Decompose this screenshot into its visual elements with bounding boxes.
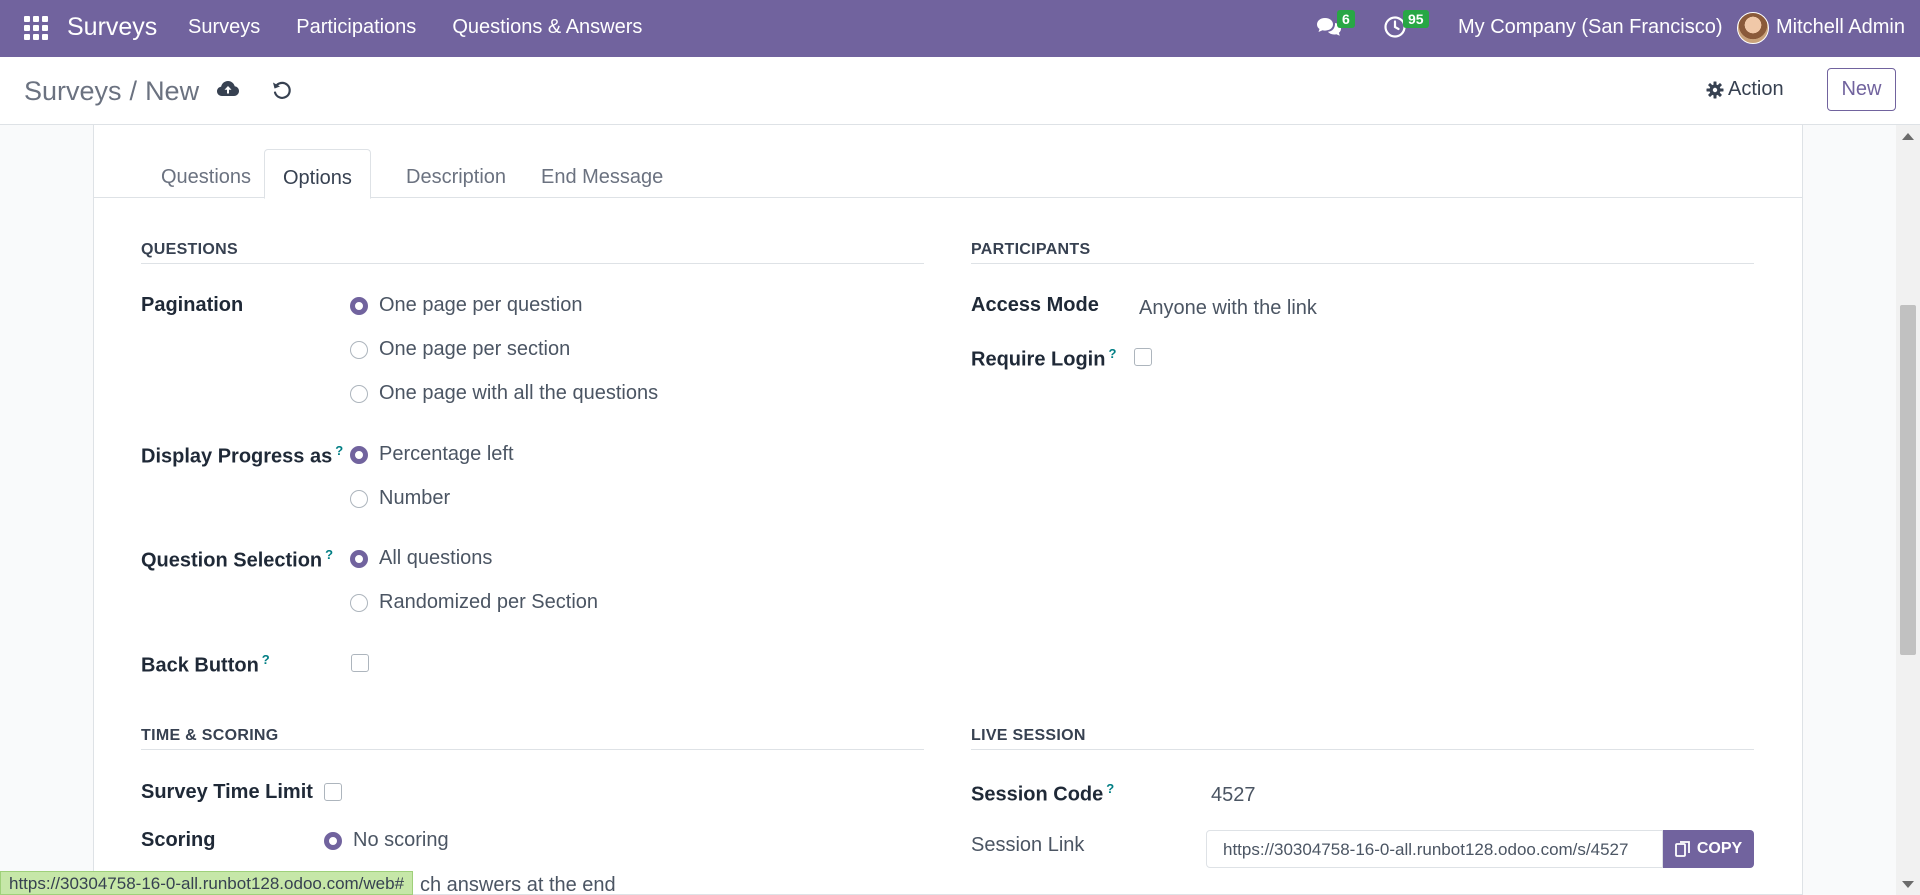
scroll-up-arrow[interactable] [1902, 133, 1914, 140]
survey-time-limit-checkbox[interactable] [324, 783, 342, 801]
time-scoring-section-title: TIME & SCORING [141, 727, 279, 744]
copy-link-button[interactable]: COPY [1663, 830, 1754, 868]
breadcrumb-surveys[interactable]: Surveys [24, 76, 122, 106]
cloud-upload-icon[interactable] [216, 79, 240, 99]
menu-item-questions-answers[interactable]: Questions & Answers [452, 16, 642, 39]
radio-checked[interactable] [350, 549, 368, 568]
help-tooltip-icon[interactable]: ? [335, 443, 343, 458]
require-login-label: Require Login? [971, 346, 1117, 371]
questions-section-divider [141, 263, 924, 264]
action-menu-button[interactable]: Action [1706, 78, 1784, 101]
session-link-field[interactable]: https://30304758-16-0-all.runbot128.odoo… [1206, 830, 1663, 868]
back-button-checkbox[interactable] [351, 654, 369, 672]
session-code-field[interactable]: 4527 [1211, 784, 1256, 807]
scrollbar-thumb[interactable] [1900, 305, 1916, 655]
tab-questions[interactable]: Questions [143, 149, 269, 198]
time-scoring-section-divider [141, 749, 924, 750]
radio-unchecked[interactable] [350, 384, 368, 403]
control-panel: Surveys / New Action New [0, 57, 1920, 125]
progress-option-percentage[interactable]: Percentage left [350, 443, 514, 466]
user-menu[interactable]: Mitchell Admin [1776, 16, 1905, 39]
session-code-label: Session Code? [971, 781, 1115, 806]
menu-item-participations[interactable]: Participations [296, 16, 416, 39]
apps-menu-icon[interactable] [24, 16, 48, 40]
radio-unchecked[interactable] [350, 489, 368, 508]
progress-option-number[interactable]: Number [350, 487, 450, 510]
pagination-option-per-section[interactable]: One page per section [350, 338, 570, 361]
status-bar-url: https://30304758-16-0-all.runbot128.odoo… [0, 871, 414, 895]
copy-icon [1674, 841, 1690, 857]
breadcrumb-current: New [145, 76, 200, 106]
selection-option-all[interactable]: All questions [350, 547, 492, 570]
participants-section-title: PARTICIPANTS [971, 241, 1091, 258]
session-link-label: Session Link [971, 834, 1085, 856]
scoring-option-partial[interactable]: ch answers at the end [420, 874, 616, 895]
tab-end-message[interactable]: End Message [523, 149, 681, 198]
activities-badge: 95 [1403, 10, 1429, 28]
live-session-section-title: LIVE SESSION [971, 727, 1086, 744]
radio-unchecked[interactable] [350, 340, 368, 359]
selection-option-randomized[interactable]: Randomized per Section [350, 591, 598, 614]
gear-icon [1706, 81, 1724, 98]
radio-checked[interactable] [324, 831, 342, 850]
form-sheet: Questions Options Description End Messag… [93, 125, 1803, 895]
help-tooltip-icon[interactable]: ? [1108, 346, 1116, 361]
live-session-section-divider [971, 749, 1754, 750]
help-tooltip-icon[interactable]: ? [1106, 781, 1114, 796]
display-progress-label: Display Progress as? [141, 443, 344, 468]
new-button[interactable]: New [1827, 68, 1896, 111]
discard-undo-icon[interactable] [271, 79, 293, 101]
survey-time-limit-label: Survey Time Limit [141, 781, 313, 803]
user-avatar[interactable] [1737, 12, 1769, 44]
breadcrumb-separator: / [129, 76, 138, 106]
access-mode-field[interactable]: Anyone with the link [1139, 297, 1317, 320]
help-tooltip-icon[interactable]: ? [262, 652, 270, 667]
messages-badge: 6 [1337, 10, 1355, 28]
access-mode-label: Access Mode [971, 294, 1099, 316]
participants-section-divider [971, 263, 1754, 264]
radio-checked[interactable] [350, 445, 368, 464]
radio-unchecked[interactable] [350, 593, 368, 612]
menu-item-surveys[interactable]: Surveys [188, 16, 260, 39]
company-switcher[interactable]: My Company (San Francisco) [1458, 16, 1723, 39]
tab-options[interactable]: Options [264, 149, 371, 199]
scoring-option-none[interactable]: No scoring [324, 829, 449, 852]
help-tooltip-icon[interactable]: ? [325, 547, 333, 562]
question-selection-label: Question Selection? [141, 547, 334, 572]
main-menu: Surveys Participations Questions & Answe… [188, 16, 642, 39]
notebook-tabs: Questions Options Description End Messag… [94, 137, 1802, 199]
top-navbar: Surveys Surveys Participations Questions… [0, 0, 1920, 57]
questions-section-title: QUESTIONS [141, 241, 238, 258]
back-button-label: Back Button? [141, 652, 270, 677]
breadcrumb: Surveys / New [24, 76, 199, 107]
tab-description[interactable]: Description [388, 149, 524, 198]
radio-checked[interactable] [350, 296, 368, 315]
scoring-label: Scoring [141, 829, 216, 851]
action-label: Action [1728, 78, 1784, 100]
pagination-option-all-questions[interactable]: One page with all the questions [350, 382, 658, 405]
require-login-checkbox[interactable] [1134, 348, 1152, 366]
scroll-down-arrow[interactable] [1902, 881, 1914, 888]
pagination-label: Pagination [141, 294, 244, 316]
app-brand[interactable]: Surveys [67, 13, 157, 42]
pagination-option-per-question[interactable]: One page per question [350, 294, 583, 317]
